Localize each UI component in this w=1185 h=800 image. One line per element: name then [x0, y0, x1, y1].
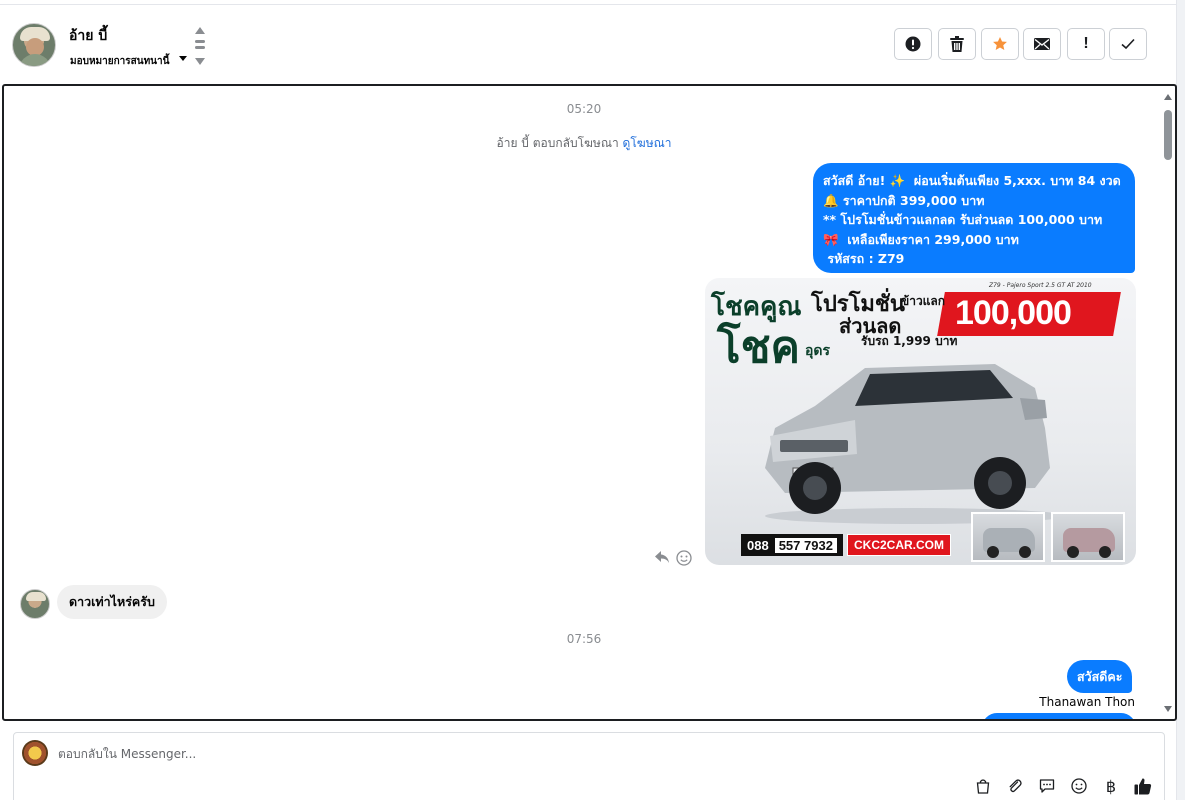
ad-phone-number: 088 557 7932: [741, 534, 843, 556]
incoming-message[interactable]: ดาวเท่าไหร่ครับ: [57, 585, 167, 619]
page-avatar: [22, 740, 48, 766]
emoji-button[interactable]: [1068, 775, 1090, 797]
attach-button[interactable]: [1004, 775, 1026, 797]
message-composer: ฿: [13, 732, 1165, 800]
shopping-bag-icon: [976, 779, 990, 794]
important-button[interactable]: !: [1067, 28, 1105, 60]
message-thread[interactable]: 05:20 อ้าย บี้ ตอบกลับโฆษณา ดูโฆษณา สวัส…: [2, 84, 1177, 721]
saved-reply-icon: [1039, 779, 1055, 793]
thumb-wheel: [1067, 546, 1079, 558]
side-strip: [1176, 0, 1185, 800]
message-actions: [654, 549, 694, 569]
like-button[interactable]: [1132, 775, 1154, 797]
mark-unread-button[interactable]: [1023, 28, 1061, 60]
ad-model-label: Z79 - Pajero Sport 2.5 GT AT 2010: [989, 282, 1092, 289]
next-conversation-icon[interactable]: [195, 58, 205, 65]
view-ad-link[interactable]: ดูโฆษณา: [623, 136, 672, 150]
incoming-sender-avatar[interactable]: [20, 589, 50, 619]
paperclip-icon: [1009, 779, 1022, 793]
mark-done-button[interactable]: [1109, 28, 1147, 60]
ad-image-attachment[interactable]: โชคคูณ โชค อุดร โปรโมชั่น ส่วนลด ข้าวแลก…: [705, 278, 1136, 565]
assign-dropdown-caret-icon[interactable]: [179, 56, 187, 61]
trash-icon: [950, 36, 964, 52]
ad-thumbnail-strip: [971, 512, 1131, 562]
outgoing-message[interactable]: สวัสดีคะ: [1067, 660, 1133, 693]
reply-icon[interactable]: [654, 550, 670, 564]
contact-avatar[interactable]: [12, 23, 56, 67]
saved-replies-button[interactable]: [1036, 775, 1058, 797]
assign-conversation-label[interactable]: มอบหมายการสนทนานี้: [70, 54, 169, 69]
scroll-thumb[interactable]: [1164, 110, 1172, 160]
avatar-hat: [26, 592, 46, 601]
thread-scrollbar[interactable]: [1163, 90, 1173, 716]
message-timestamp: 05:20: [566, 102, 602, 116]
payment-button[interactable]: ฿: [1100, 775, 1122, 797]
message-timestamp: 07:56: [566, 632, 602, 646]
suv-car-illustration: [765, 364, 1065, 524]
scroll-down-icon[interactable]: [1164, 706, 1172, 712]
mark-spam-button[interactable]: [894, 28, 932, 60]
thumb-wheel: [1099, 546, 1111, 558]
ad-reply-note: อ้าย บี้ ตอบกลับโฆษณา ดูโฆษณา: [4, 134, 1164, 153]
reply-input[interactable]: [58, 743, 658, 765]
star-icon: [993, 37, 1007, 50]
contact-name[interactable]: อ้าย บี้: [69, 25, 107, 47]
avatar-body: [19, 54, 51, 66]
ad-reply-text: อ้าย บี้ ตอบกลับโฆษณา: [496, 136, 619, 150]
emoji-icon: [1071, 778, 1087, 794]
delete-button[interactable]: [938, 28, 976, 60]
baht-icon: ฿: [1105, 776, 1117, 796]
inbox-conversation-view: อ้าย บี้ มอบหมายการสนทนานี้ ! 05:20 อ้าย…: [0, 0, 1185, 800]
important-label: !: [1083, 35, 1089, 52]
ad-thumbnail-rear: [1051, 512, 1125, 562]
shop-button[interactable]: [972, 775, 994, 797]
thumbs-up-icon: [1134, 778, 1152, 795]
ad-trade-label: ข้าวแลก: [901, 294, 946, 308]
thumb-wheel: [987, 546, 999, 558]
check-icon: [1121, 38, 1135, 50]
conversation-header: อ้าย บี้ มอบหมายการสนทนานี้ !: [0, 4, 1176, 82]
nav-handle-line: [195, 40, 205, 43]
envelope-icon: [1034, 38, 1050, 50]
outgoing-message-partial[interactable]: [982, 713, 1136, 719]
outgoing-promo-message[interactable]: สวัสดี อ้าย! ✨ ผ่อนเริ่มต้นเพียง 5,xxx. …: [813, 163, 1135, 273]
sender-name: Thanawan Thon: [1039, 695, 1135, 709]
conversation-nav-arrows[interactable]: [194, 27, 206, 71]
ad-website: CKC2CAR.COM: [847, 534, 951, 556]
ad-thumbnail-front: [971, 512, 1045, 562]
nav-handle-line: [195, 46, 205, 49]
scroll-up-icon[interactable]: [1164, 94, 1172, 100]
ad-phone-prefix: 088: [747, 537, 769, 553]
emoji-reaction-icon[interactable]: [676, 550, 692, 566]
previous-conversation-icon[interactable]: [195, 27, 205, 34]
alert-circle-icon: [905, 36, 921, 52]
star-button[interactable]: [981, 28, 1019, 60]
thumb-wheel: [1019, 546, 1031, 558]
ad-phone-suffix: 557 7932: [774, 537, 837, 553]
